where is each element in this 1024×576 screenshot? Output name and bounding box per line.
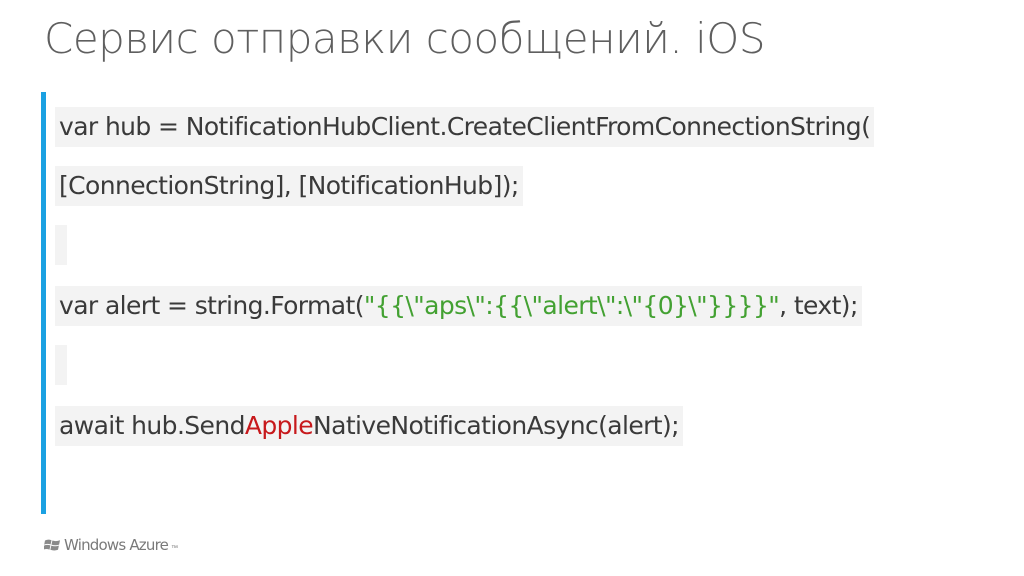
trademark-icon: ™	[171, 545, 179, 552]
code-line-3: var alert = string.Format("{{\"aps\":{{\…	[55, 286, 862, 326]
accent-bar	[41, 92, 46, 514]
slide: Сервис отправки сообщений. iOS var hub =…	[0, 0, 1024, 576]
code-text: NativeNotificationAsync(alert);	[313, 411, 680, 440]
code-string-literal: "{{\"aps\":{{\"alert\":\"{0}\"}}}}"	[363, 291, 780, 320]
code-text: var alert = string.Format(	[59, 291, 364, 320]
code-text: await hub.Send	[59, 411, 245, 440]
code-highlight: Apple	[244, 411, 314, 440]
code-blank-line	[55, 345, 67, 385]
code-line-4: await hub.SendAppleNativeNotificationAsy…	[55, 406, 683, 446]
code-line-1: var hub = NotificationHubClient.CreateCl…	[55, 107, 875, 147]
code-blank-line	[55, 225, 67, 265]
windows-flag-icon	[44, 539, 60, 551]
windows-azure-logo: Windows Azure ™	[44, 534, 178, 556]
slide-title: Сервис отправки сообщений. iOS	[44, 14, 766, 63]
logo-text: Windows Azure	[64, 536, 169, 554]
code-line-2: [ConnectionString], [NotificationHub]);	[55, 166, 523, 206]
code-text: , text);	[779, 291, 858, 320]
